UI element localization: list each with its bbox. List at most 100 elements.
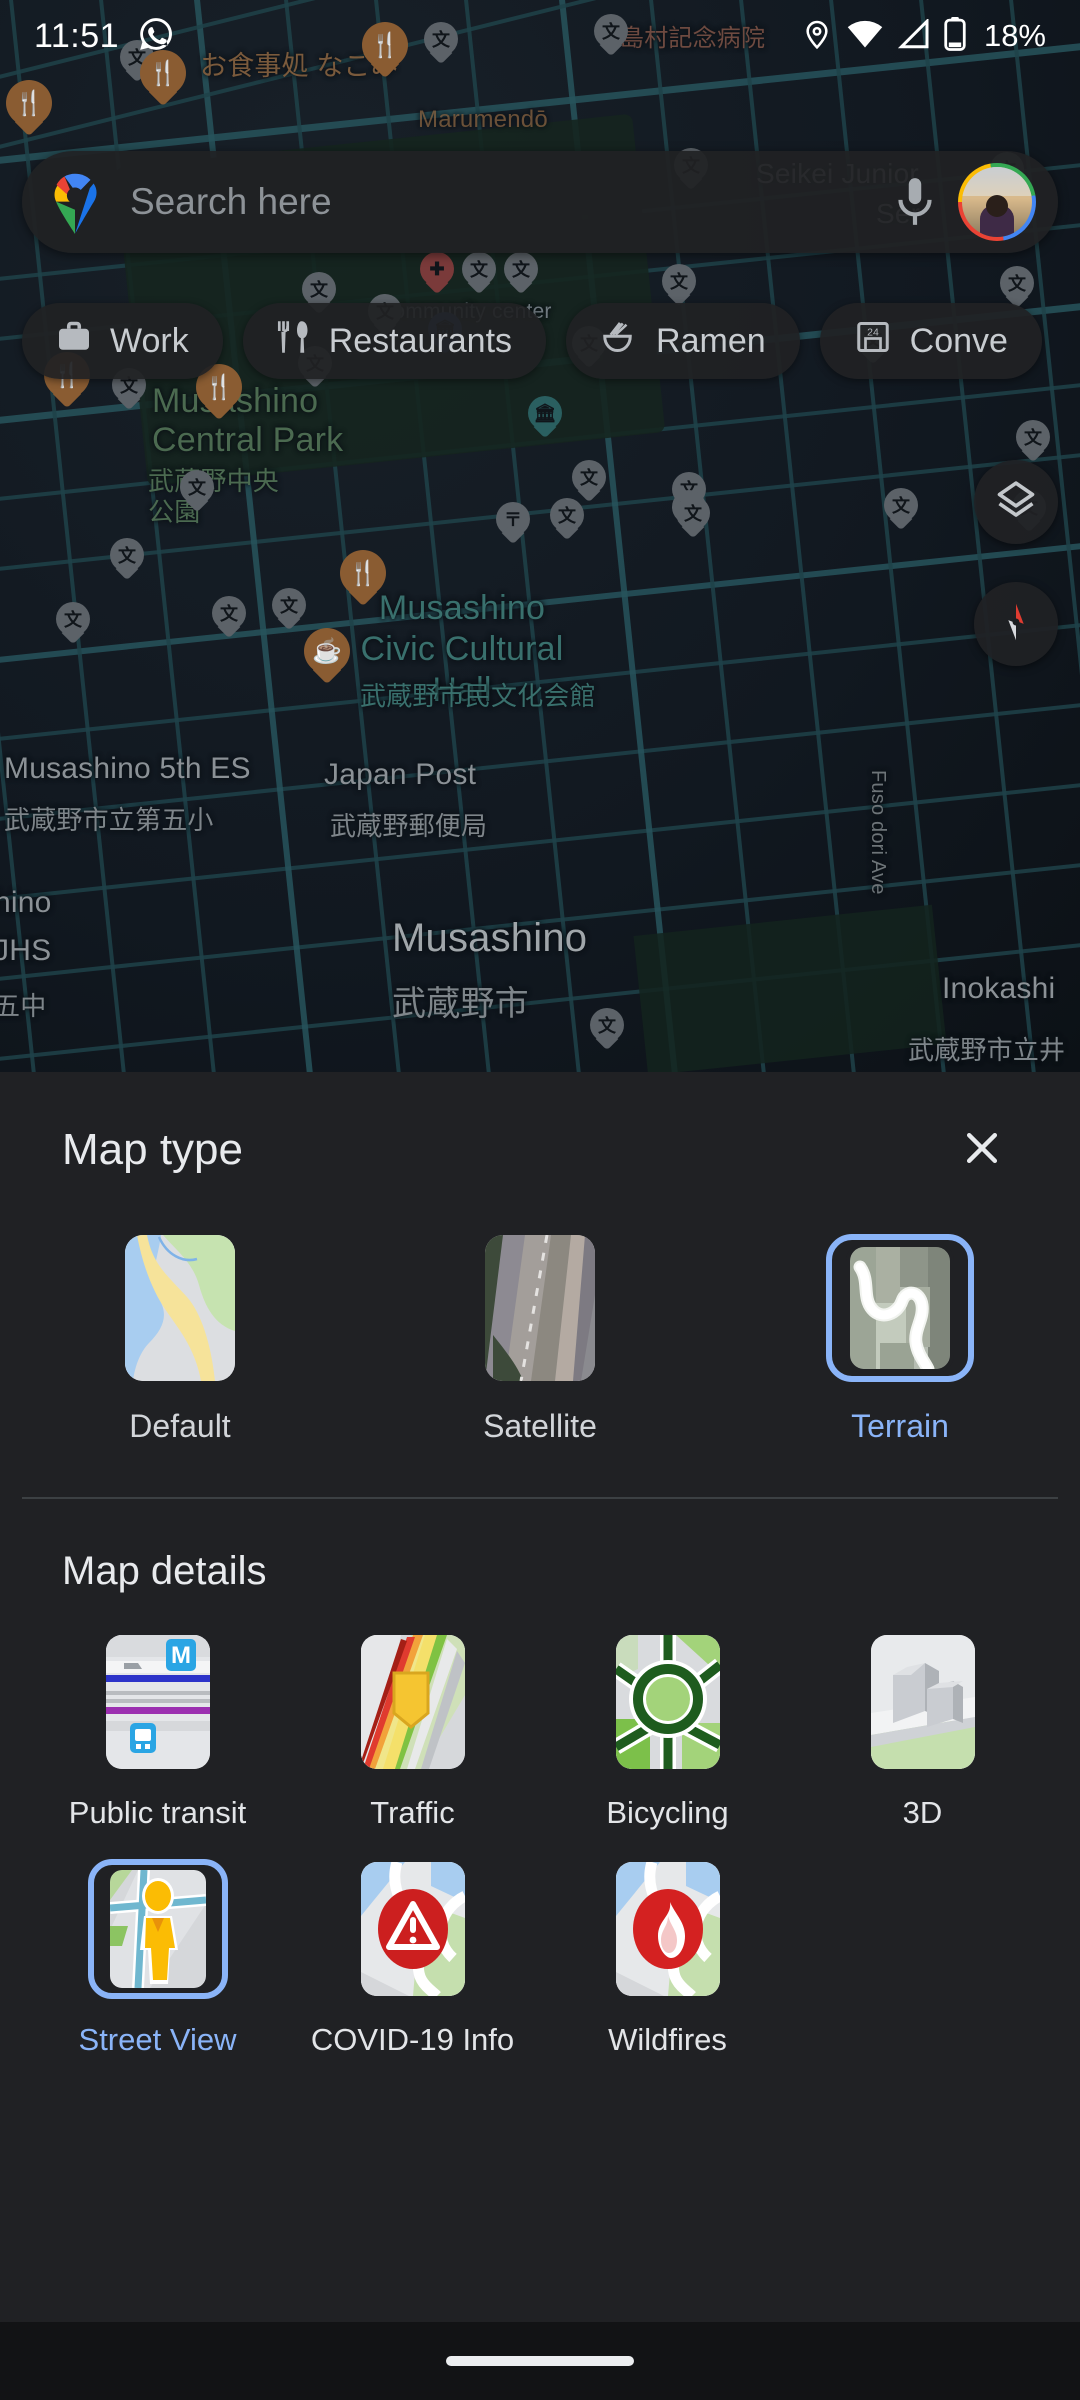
map-detail-traffic[interactable]: Traffic bbox=[285, 1632, 540, 1833]
map-pin-school[interactable]: 文 bbox=[504, 252, 538, 296]
map-pin-school[interactable]: 文 bbox=[662, 264, 696, 308]
map-type-bottom-sheet: Map type Default Satellite Terrain Map d… bbox=[0, 1072, 1080, 2400]
wifi-icon bbox=[847, 19, 883, 54]
map-detail-street-view[interactable]: Street View bbox=[30, 1858, 285, 2060]
map-detail-3d-frame[interactable] bbox=[853, 1632, 993, 1772]
map-details-heading: Map details bbox=[62, 1549, 267, 1593]
chip-convenience-stores[interactable]: 24 Conve bbox=[819, 303, 1042, 379]
map-label: 五中 bbox=[0, 991, 47, 1021]
map-label: 武蔵野郵便局 bbox=[330, 811, 488, 841]
map-detail-label: Street View bbox=[78, 2021, 237, 2057]
chip-label: Ramen bbox=[656, 321, 766, 360]
map-pin-school[interactable]: 文 bbox=[590, 1008, 624, 1052]
phone-screen: 島村記念病院 お食事処 なごみ Marumendō Community cent… bbox=[0, 0, 1080, 2400]
chip-ramen[interactable]: Ramen bbox=[566, 303, 800, 379]
map-pin-restaurant[interactable]: 🍴 bbox=[340, 550, 386, 610]
whatsapp-icon bbox=[137, 15, 175, 58]
map-type-default[interactable]: Default bbox=[0, 1234, 360, 1445]
home-gesture-pill[interactable] bbox=[446, 2356, 634, 2366]
search-input[interactable]: Search here bbox=[130, 181, 890, 223]
map-pin-cafe[interactable]: ☕ bbox=[304, 628, 350, 688]
map-detail-wildfires[interactable]: Wildfires bbox=[540, 1859, 795, 2060]
map-label: Fuso dori Ave bbox=[867, 770, 889, 895]
map-detail-label: Bicycling bbox=[606, 1795, 729, 1830]
map-label: Musashino bbox=[392, 916, 588, 960]
map-detail-label: Wildfires bbox=[608, 2021, 727, 2057]
svg-text:24: 24 bbox=[867, 326, 879, 338]
map-type-label: Satellite bbox=[483, 1408, 597, 1444]
map-pin-school[interactable]: 文 bbox=[272, 588, 306, 632]
map-label: 武蔵野市民文化会館 bbox=[360, 681, 596, 711]
avatar-head bbox=[986, 195, 1008, 217]
map-type-satellite-frame[interactable] bbox=[466, 1234, 614, 1382]
map-type-default-frame[interactable] bbox=[106, 1234, 254, 1382]
map-detail-bicycling-frame[interactable] bbox=[598, 1632, 738, 1772]
map-type-label: Terrain bbox=[851, 1408, 949, 1444]
cellular-signal-icon bbox=[897, 17, 930, 54]
map-detail-public-transit[interactable]: M Public transit bbox=[30, 1632, 285, 1833]
page-title: Map type bbox=[62, 1125, 243, 1174]
map-type-satellite[interactable]: Satellite bbox=[360, 1234, 720, 1445]
status-time: 11:51 bbox=[34, 16, 120, 55]
convenience-store-icon: 24 bbox=[854, 319, 892, 364]
street-view-thumbnail bbox=[105, 1865, 210, 1992]
map-pin-school[interactable]: 文 bbox=[110, 538, 144, 582]
briefcase-icon bbox=[56, 320, 92, 363]
map-pin-school[interactable]: 文 bbox=[56, 602, 90, 646]
map-detail-traffic-frame[interactable] bbox=[343, 1632, 483, 1772]
map-label: Musashino Central Park bbox=[152, 382, 344, 460]
category-chip-row[interactable]: Work Restaurants Ramen 24 Conve bbox=[22, 303, 1042, 379]
map-pin-school[interactable]: 文 bbox=[1016, 420, 1050, 464]
map-pin-school[interactable]: 文 bbox=[212, 596, 246, 640]
system-navigation-bar bbox=[0, 2322, 1080, 2400]
compass-button[interactable] bbox=[974, 582, 1058, 666]
map-type-options[interactable]: Default Satellite Terrain bbox=[0, 1210, 1080, 1445]
map-type-terrain[interactable]: Terrain bbox=[720, 1234, 1080, 1445]
map-detail-3d[interactable]: 3D bbox=[795, 1632, 1050, 1833]
bicycling-thumbnail bbox=[615, 1635, 720, 1769]
map-label: Japan Post bbox=[324, 758, 477, 791]
search-bar[interactable]: Search here bbox=[22, 151, 1058, 253]
close-button[interactable] bbox=[946, 1114, 1018, 1186]
battery-percent: 18% bbox=[983, 18, 1046, 53]
satellite-map-thumbnail bbox=[485, 1235, 595, 1381]
map-pin-school[interactable]: 文 bbox=[676, 496, 710, 540]
map-detail-street-view-frame[interactable] bbox=[87, 1858, 228, 1999]
map-label: Inokashi bbox=[942, 972, 1056, 1005]
map-pin-hospital[interactable]: ✚ bbox=[420, 252, 454, 296]
map-pin-civic[interactable]: 🏛 bbox=[528, 396, 562, 440]
account-avatar[interactable] bbox=[958, 163, 1036, 241]
avatar-bg bbox=[962, 167, 1032, 197]
map-type-terrain-frame[interactable] bbox=[826, 1234, 974, 1382]
default-map-thumbnail bbox=[125, 1235, 235, 1381]
battery-icon bbox=[944, 16, 966, 56]
map-pin-school[interactable]: 文 bbox=[180, 470, 214, 514]
map-detail-bicycling[interactable]: Bicycling bbox=[540, 1632, 795, 1833]
map-pin-school[interactable]: 文 bbox=[884, 488, 918, 532]
microphone-icon[interactable] bbox=[890, 175, 944, 229]
map-detail-wildfires-frame[interactable] bbox=[598, 1859, 738, 1999]
terrain-map-thumbnail bbox=[846, 1243, 954, 1373]
chip-restaurants[interactable]: Restaurants bbox=[242, 303, 547, 379]
map-detail-label: Public transit bbox=[68, 1795, 247, 1830]
map-detail-covid-19-info[interactable]: COVID-19 Info bbox=[285, 1859, 540, 2060]
map-label: 武蔵野市立第五小 bbox=[4, 805, 214, 835]
chip-work[interactable]: Work bbox=[22, 303, 223, 379]
wildfires-thumbnail bbox=[615, 1861, 720, 1996]
map-detail-label: Traffic bbox=[370, 1795, 455, 1830]
map-label: 武蔵野市立井 bbox=[908, 1035, 1066, 1065]
map-details-options[interactable]: M Public transit Traffic Bicycling 3D St… bbox=[0, 1594, 1080, 2086]
map-pin-school[interactable]: 文 bbox=[462, 252, 496, 296]
map-pin-restaurant[interactable]: 🍴 bbox=[6, 80, 52, 140]
avatar-image bbox=[962, 167, 1032, 237]
map-detail-label: COVID-19 Info bbox=[310, 2021, 515, 2057]
map-detail-public-transit-frame[interactable]: M bbox=[88, 1632, 228, 1772]
map-detail-covid-19-info-frame[interactable] bbox=[343, 1859, 483, 1999]
map-pin-post[interactable]: 〒 bbox=[496, 502, 530, 546]
status-bar: 11:51 18% bbox=[0, 0, 1080, 72]
map-label: 武蔵野市 bbox=[392, 985, 529, 1023]
ramen-bowl-icon bbox=[600, 319, 638, 364]
map-pin-school[interactable]: 文 bbox=[550, 498, 584, 542]
sheet-header: Map type bbox=[0, 1090, 1080, 1210]
layers-button[interactable] bbox=[974, 460, 1058, 544]
